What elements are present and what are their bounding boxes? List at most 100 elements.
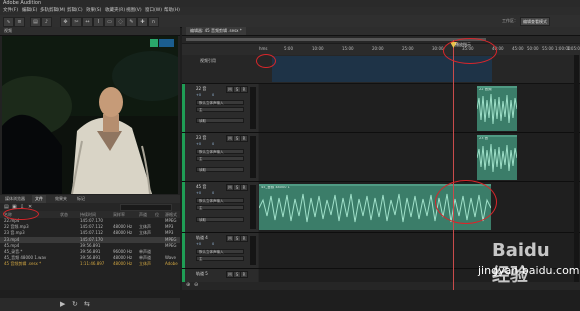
play-icon[interactable]: ▶ <box>60 300 65 308</box>
razor-tool-button[interactable]: ✂ <box>71 17 82 27</box>
record-button[interactable]: R <box>240 271 248 278</box>
track-lane[interactable]: 23 音 <box>259 133 580 181</box>
record-button[interactable]: R <box>240 184 248 191</box>
multitrack-view-button[interactable]: ≡ <box>14 17 25 27</box>
menu-view[interactable]: 视图(V) <box>126 7 142 15</box>
waveform-view-button[interactable]: ∿ <box>3 17 14 27</box>
output-select[interactable]: 主 <box>196 205 244 210</box>
file-row[interactable]: 45 音频剪辑 .sesx * 1:11:46.897 48000 Hz 立体声… <box>0 261 180 267</box>
tab-media-browser[interactable]: 媒体浏览器 <box>2 195 28 203</box>
input-select[interactable]: 默认立体声输入 <box>196 100 244 105</box>
menu-favorites[interactable]: 收藏夹(R) <box>105 7 125 15</box>
playhead-line[interactable] <box>453 40 454 290</box>
output-select[interactable]: 主 <box>196 107 244 112</box>
video-track[interactable] <box>182 55 580 84</box>
marquee-tool-button[interactable]: ▭ <box>104 17 115 27</box>
pitch-button[interactable]: ♪ <box>41 17 52 27</box>
input-select[interactable]: 默认立体声输入 <box>196 249 244 254</box>
tab-markers[interactable]: 标记 <box>74 195 88 203</box>
file-channels: 立体声 <box>139 261 151 267</box>
ruler-tick: 30:00 <box>432 46 444 51</box>
loop-icon[interactable]: ↻ <box>72 300 78 308</box>
spectral-icon: ▤ <box>33 19 38 25</box>
menu-file[interactable]: 文件(F) <box>3 7 18 15</box>
volume-knob[interactable]: +0 <box>196 93 201 97</box>
file-name: 45 音频剪辑 .sesx * <box>4 261 42 267</box>
record-button[interactable]: R <box>240 135 248 142</box>
level-meter <box>250 236 256 265</box>
annotation-circle <box>256 54 276 68</box>
record-button[interactable]: R <box>240 86 248 93</box>
lasso-tool-button[interactable]: ◌ <box>115 17 126 27</box>
clip-name: 22 音频 <box>479 87 492 91</box>
track-name[interactable]: 23 音 <box>196 135 206 141</box>
overview-bar[interactable] <box>182 36 580 43</box>
menu-effects[interactable]: 效果(S) <box>86 7 101 15</box>
automation-select[interactable]: 读取 <box>196 217 244 222</box>
menu-window[interactable]: 窗口(W) <box>145 7 162 15</box>
volume-knob[interactable]: +0 <box>196 142 201 146</box>
ruler-tick: 55:00 <box>542 46 554 51</box>
output-select[interactable]: 主 <box>196 256 244 261</box>
col-channels[interactable]: 声道 <box>139 211 147 218</box>
pan-knob[interactable]: 0 <box>212 191 214 195</box>
video-panel-title[interactable]: 视频 <box>4 27 12 35</box>
track-name[interactable]: 轨道 5 <box>196 271 208 277</box>
track-header: 轨道 4 M S R +0 0 默认立体声输入 主 <box>182 233 258 268</box>
autoplay-icon[interactable]: ⇆ <box>84 300 90 308</box>
col-duration[interactable]: 持续时间 <box>80 211 96 218</box>
video-track-label: 视频引用 <box>200 58 216 63</box>
waveform-icon: ∿ <box>6 19 11 25</box>
track-color-bar <box>182 269 185 282</box>
spectral-button[interactable]: ▤ <box>30 17 41 27</box>
track-name[interactable]: 轨道 4 <box>196 235 208 241</box>
video-panel-tab: 视频 <box>0 27 180 36</box>
volume-knob[interactable]: +0 <box>196 191 201 195</box>
output-select[interactable]: 主 <box>196 156 244 161</box>
workspace-dropdown[interactable]: 编辑查看模式 <box>520 17 550 26</box>
brush-tool-button[interactable]: ✎ <box>126 17 137 27</box>
audio-clip[interactable]: 23 音 <box>477 135 517 180</box>
volume-knob[interactable]: +0 <box>196 242 201 246</box>
record-button[interactable]: R <box>240 235 248 242</box>
pan-knob[interactable]: 0 <box>212 242 214 246</box>
input-select[interactable]: 默认立体声输入 <box>196 149 244 154</box>
col-rate[interactable]: 采样率 <box>113 211 125 218</box>
automation-select[interactable]: 读取 <box>196 167 244 172</box>
pan-knob[interactable]: 0 <box>212 93 214 97</box>
zoom-in-icon[interactable]: ⊕ <box>186 282 190 288</box>
magnet-icon: ∩ <box>151 19 156 25</box>
annotation-circle <box>443 38 497 64</box>
menu-edit[interactable]: 编辑(E) <box>22 7 37 15</box>
audio-clip[interactable]: 22 音频 <box>477 86 517 131</box>
title-bar: Adobe Audition <box>0 0 580 7</box>
files-search-input[interactable] <box>120 204 172 211</box>
move-tool-button[interactable]: ✥ <box>60 17 71 27</box>
track-lane[interactable]: 45_音频 48000 1 <box>259 182 580 232</box>
track-name[interactable]: 22 音 <box>196 86 206 92</box>
input-select[interactable]: 默认立体声输入 <box>196 198 244 203</box>
file-format: Adobe <box>165 261 178 267</box>
zoom-out-icon[interactable]: ⊖ <box>194 282 198 288</box>
slip-tool-button[interactable]: ↔ <box>82 17 93 27</box>
track-lane[interactable]: 22 音频 <box>259 84 580 132</box>
vertical-scrollbar[interactable] <box>574 55 579 283</box>
menu-clip[interactable]: 剪辑(C) <box>67 7 83 15</box>
col-format[interactable]: 源格式 <box>165 211 177 218</box>
app-title: Adobe Audition <box>3 0 42 6</box>
tab-effects-rack[interactable]: 效果夹 <box>52 195 70 203</box>
pan-knob[interactable]: 0 <box>212 142 214 146</box>
col-bits[interactable]: 位 <box>155 211 159 218</box>
editor-tab[interactable]: 编辑器: 45 音频剪辑 .sesx * <box>186 27 246 35</box>
col-status[interactable]: 状态 <box>60 211 68 218</box>
track-name[interactable]: 45 音 <box>196 184 206 190</box>
menu-multitrack[interactable]: 多轨剪辑(M) <box>40 7 65 15</box>
snap-button[interactable]: ∩ <box>148 17 159 27</box>
tab-files[interactable]: 文件 <box>32 195 46 203</box>
ruler-tick: 25:00 <box>402 46 414 51</box>
menu-help[interactable]: 帮助(H) <box>164 7 180 15</box>
heal-tool-button[interactable]: ✚ <box>137 17 148 27</box>
automation-select[interactable]: 读取 <box>196 118 244 123</box>
time-selection-button[interactable]: I <box>93 17 104 27</box>
overview-range[interactable] <box>186 38 486 41</box>
